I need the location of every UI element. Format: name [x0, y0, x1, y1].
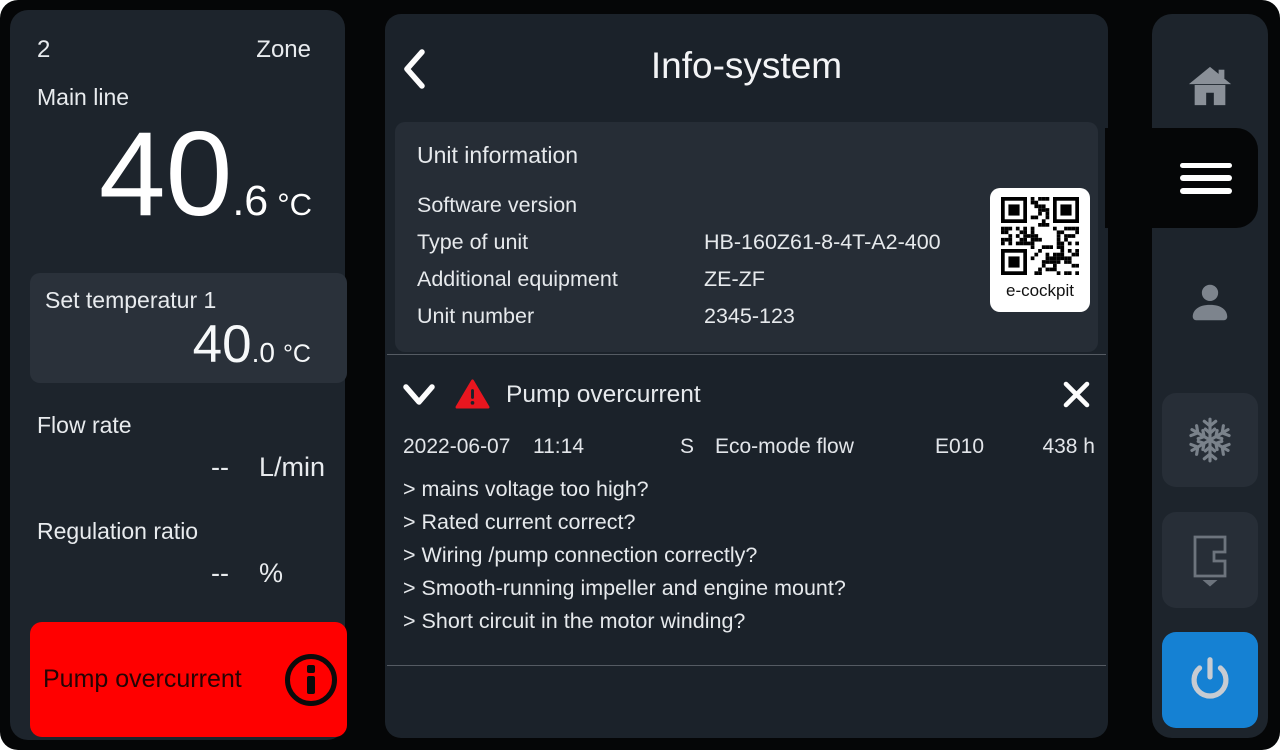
mold-icon — [1186, 531, 1234, 589]
row-label: Type of unit — [417, 224, 704, 261]
set-temperature-value: 40 .0 °C — [193, 318, 311, 371]
row-label: Additional equipment — [417, 261, 704, 298]
divider — [387, 665, 1106, 666]
alarm-mode: Eco-mode flow — [715, 435, 935, 459]
back-button[interactable] — [399, 46, 429, 92]
power-button[interactable] — [1162, 632, 1258, 728]
main-temp-unit: °C — [277, 187, 312, 223]
regulation-ratio-label: Regulation ratio — [37, 518, 198, 545]
zone-header: 2 Zone — [37, 36, 311, 64]
info-icon — [285, 654, 337, 706]
close-button[interactable] — [1062, 380, 1091, 409]
flow-rate-unit: L/min — [259, 452, 335, 483]
set-temp-integer: 40 — [193, 318, 252, 371]
mold-evacuation-button[interactable] — [1162, 512, 1258, 608]
cooling-button[interactable] — [1162, 393, 1258, 487]
set-temp-unit: °C — [283, 340, 311, 369]
alarm-letter: S — [680, 435, 715, 459]
info-panel: Info-system Unit information Software ve… — [385, 14, 1108, 738]
row-label: Software version — [417, 187, 704, 224]
regulation-ratio-value: -- — [211, 558, 229, 589]
menu-button[interactable] — [1105, 128, 1258, 228]
check-line: > Rated current correct? — [403, 506, 1092, 539]
flow-rate-label: Flow rate — [37, 412, 132, 439]
chevron-left-icon — [399, 46, 429, 92]
unit-information-title: Unit information — [417, 142, 1098, 169]
main-temp-fraction: .6 — [232, 177, 268, 226]
zone-panel: 2 Zone Main line 40 .6 °C Set temperatur… — [10, 10, 345, 740]
page-title: Info-system — [651, 45, 842, 87]
unit-information-card: Unit information Software version Type o… — [395, 122, 1098, 352]
alarm-meta-row: 2022-06-07 11:14 S Eco-mode flow E010 43… — [385, 435, 1108, 459]
row-value: 2345-123 — [704, 304, 795, 328]
home-icon — [1187, 64, 1233, 108]
zone-label: Zone — [256, 36, 311, 64]
power-icon — [1185, 655, 1235, 705]
alarm-date: 2022-06-07 — [403, 435, 533, 459]
check-line: > mains voltage too high? — [403, 473, 1092, 506]
main-line-temperature: 40 .6 °C — [99, 108, 312, 240]
check-line: > Wiring /pump connection correctly? — [403, 539, 1092, 572]
set-temperature-card[interactable]: Set temperatur 1 40 .0 °C — [30, 273, 347, 383]
regulation-ratio-unit: % — [259, 558, 335, 589]
menu-icon — [1180, 163, 1232, 194]
alarm-button-label: Pump overcurrent — [30, 665, 285, 694]
row-value: ZE-ZF — [704, 267, 765, 291]
warning-icon — [455, 379, 490, 410]
snowflake-icon — [1185, 415, 1235, 465]
alarm-code: E010 — [935, 435, 1035, 459]
alarm-time: 11:14 — [533, 435, 680, 459]
alarm-entry-header: Pump overcurrent — [385, 355, 1108, 410]
flow-rate-row: -- L/min — [10, 452, 335, 483]
check-line: > Short circuit in the motor winding? — [403, 605, 1092, 638]
alarm-hours: 438 h — [1035, 435, 1095, 459]
set-temperature-label: Set temperatur 1 — [45, 287, 216, 314]
flow-rate-value: -- — [211, 452, 229, 483]
row-label: Unit number — [417, 298, 704, 335]
check-line: > Smooth-running impeller and engine mou… — [403, 572, 1092, 605]
user-icon — [1187, 279, 1233, 325]
alarm-title: Pump overcurrent — [506, 381, 701, 409]
set-temp-fraction: .0 — [252, 337, 275, 369]
chevron-down-icon — [401, 382, 437, 408]
close-icon — [1062, 380, 1091, 409]
zone-number: 2 — [37, 36, 50, 64]
main-temp-integer: 40 — [99, 108, 232, 240]
collapse-button[interactable] — [401, 382, 437, 408]
row-value: HB-160Z61-8-4T-A2-400 — [704, 230, 941, 254]
device-screen: 2 Zone Main line 40 .6 °C Set temperatur… — [0, 0, 1280, 750]
user-button[interactable] — [1162, 258, 1258, 346]
alarm-check-list: > mains voltage too high? > Rated curren… — [385, 459, 1108, 638]
alarm-button[interactable]: Pump overcurrent — [30, 622, 347, 737]
info-panel-header: Info-system — [385, 14, 1108, 118]
regulation-ratio-row: -- % — [10, 558, 335, 589]
qr-code — [1001, 197, 1079, 275]
qr-label: e-cockpit — [990, 281, 1090, 301]
qr-card: e-cockpit — [990, 188, 1090, 312]
sidebar — [1152, 14, 1268, 738]
home-button[interactable] — [1162, 42, 1258, 130]
